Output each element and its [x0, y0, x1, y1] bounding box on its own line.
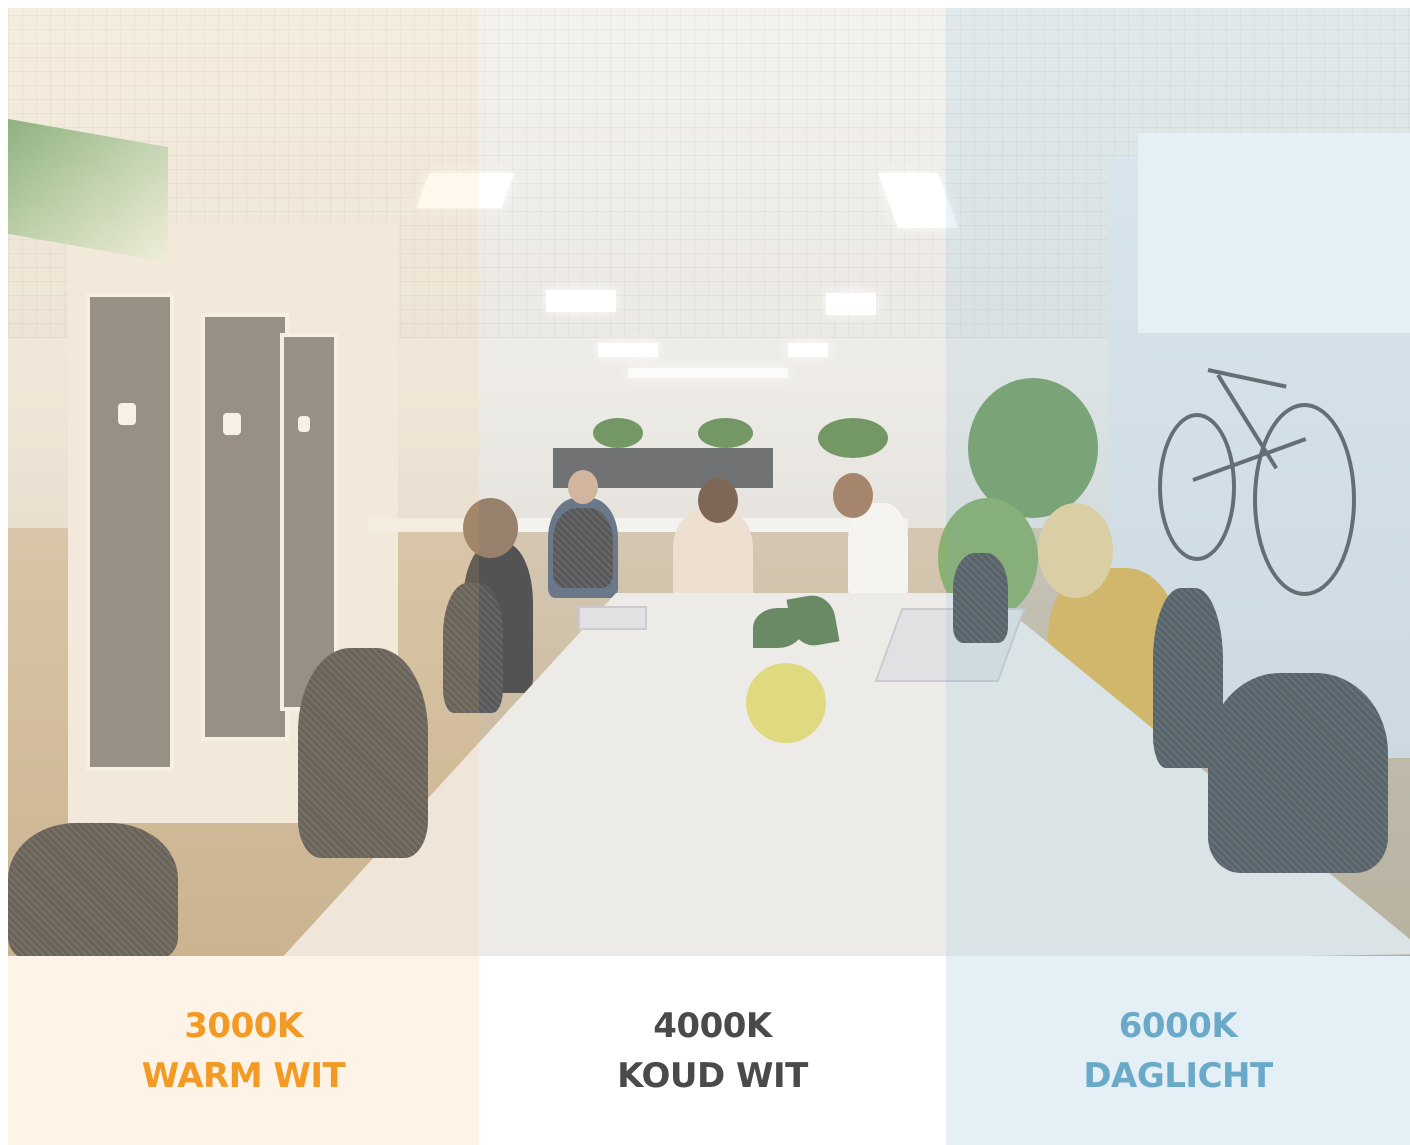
label-bar: 3000K WARM WIT 4000K KOUD WIT 6000K DAGL… — [8, 956, 1410, 1145]
light-name-label: KOUD WIT — [617, 1055, 808, 1096]
warm-tint-overlay — [8, 8, 479, 956]
daylight-panel: 6000K DAGLICHT — [946, 956, 1410, 1145]
cool-tint-overlay — [946, 8, 1410, 956]
office-photo — [8, 8, 1410, 956]
light-name-label: WARM WIT — [141, 1055, 346, 1096]
kelvin-label: 6000K — [1118, 1005, 1238, 1046]
light-name-label: DAGLICHT — [1083, 1055, 1273, 1096]
neutral-tint-overlay — [479, 8, 946, 956]
comparison-frame: 3000K WARM WIT 4000K KOUD WIT 6000K DAGL… — [8, 8, 1410, 1145]
cool-white-panel: 4000K KOUD WIT — [479, 956, 946, 1145]
kelvin-label: 4000K — [653, 1005, 772, 1046]
kelvin-label: 3000K — [184, 1005, 303, 1046]
warm-white-panel: 3000K WARM WIT — [8, 956, 479, 1145]
